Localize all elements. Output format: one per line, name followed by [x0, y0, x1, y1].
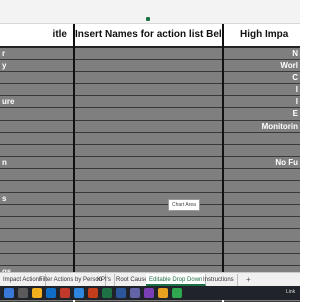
- table-cell[interactable]: [0, 108, 73, 121]
- table-cell[interactable]: [0, 144, 73, 157]
- table-cell[interactable]: [224, 205, 300, 218]
- column-title-header[interactable]: itle: [0, 24, 73, 48]
- column-action-names-header[interactable]: Insert Names for action list Below: [75, 24, 222, 48]
- table-cell[interactable]: [0, 132, 73, 145]
- table-cell[interactable]: C: [224, 72, 300, 85]
- table-cell[interactable]: y: [0, 60, 73, 73]
- taskbar: Link: [0, 286, 300, 300]
- table-cell[interactable]: [0, 84, 73, 97]
- table-cell[interactable]: [224, 229, 300, 242]
- table-cell[interactable]: [75, 181, 222, 194]
- table-cell[interactable]: N: [224, 48, 300, 61]
- column-divider: [73, 24, 75, 272]
- table-cell[interactable]: [0, 72, 73, 85]
- table-cell[interactable]: [75, 193, 222, 206]
- sheet-tab-bar: Impact Actions Filter Actions by Person …: [0, 272, 300, 286]
- sheet-tab-editable-drop-down[interactable]: Editable Drop Down: [146, 274, 207, 286]
- table-cell[interactable]: [75, 96, 222, 109]
- teams-icon[interactable]: [130, 288, 140, 298]
- table-cell[interactable]: I: [224, 96, 300, 109]
- table-cell[interactable]: r: [0, 48, 73, 61]
- table-cell[interactable]: n: [0, 156, 73, 169]
- excel-icon[interactable]: [102, 288, 112, 298]
- formula-bar-area: [0, 0, 300, 24]
- table-cell[interactable]: [75, 108, 222, 121]
- file-explorer-icon[interactable]: [32, 288, 42, 298]
- table-cell[interactable]: [0, 253, 73, 266]
- table-cell[interactable]: [0, 120, 73, 133]
- table-cell[interactable]: [0, 217, 73, 230]
- sheet-tab-kpis[interactable]: KPI's: [94, 274, 115, 286]
- column-high-impact-header[interactable]: High Impa: [224, 24, 300, 48]
- table-cell[interactable]: [224, 144, 300, 157]
- table-cell[interactable]: [224, 253, 300, 266]
- table-cell[interactable]: [75, 156, 222, 169]
- column-title: itle ryurensgs: [0, 24, 73, 302]
- table-cell[interactable]: [224, 181, 300, 194]
- table-cell[interactable]: I: [224, 84, 300, 97]
- tray-label: Link: [286, 289, 296, 295]
- table-cell[interactable]: E: [224, 108, 300, 121]
- table-cell[interactable]: [0, 229, 73, 242]
- table-cell[interactable]: [75, 84, 222, 97]
- sheet-tab-instructions[interactable]: Instructions: [200, 274, 238, 286]
- app-icon[interactable]: [60, 288, 70, 298]
- chart-area-tooltip: Chart Area: [168, 199, 200, 211]
- table-cell[interactable]: Worl: [224, 60, 300, 73]
- column-high-impact: High Impa N Worl C I I E Monitorin No Fu: [224, 24, 300, 302]
- table-cell[interactable]: No Fu: [224, 156, 300, 169]
- table-cell[interactable]: [224, 241, 300, 254]
- table-cell[interactable]: [75, 72, 222, 85]
- start-icon[interactable]: [4, 288, 14, 298]
- table-cell[interactable]: [75, 217, 222, 230]
- table-cell[interactable]: [75, 253, 222, 266]
- app-icon[interactable]: [172, 288, 182, 298]
- column-divider: [222, 24, 224, 272]
- table-cell[interactable]: [224, 217, 300, 230]
- onenote-icon[interactable]: [144, 288, 154, 298]
- word-icon[interactable]: [116, 288, 126, 298]
- table-cell[interactable]: [75, 132, 222, 145]
- column-selector-marker[interactable]: [146, 17, 150, 21]
- table-cell[interactable]: [75, 48, 222, 61]
- outlook-icon[interactable]: [74, 288, 84, 298]
- table-cell[interactable]: [75, 241, 222, 254]
- table-cell[interactable]: [0, 205, 73, 218]
- table-cell[interactable]: s: [0, 193, 73, 206]
- add-sheet-button[interactable]: +: [246, 274, 251, 286]
- table-cell[interactable]: [224, 168, 300, 182]
- app-icon[interactable]: [158, 288, 168, 298]
- search-icon[interactable]: [18, 288, 28, 298]
- table-cell[interactable]: [0, 168, 73, 182]
- edge-icon[interactable]: [46, 288, 56, 298]
- table-cell[interactable]: [75, 205, 222, 218]
- table-cell[interactable]: ure: [0, 96, 73, 109]
- table-cell[interactable]: [0, 241, 73, 254]
- powerpoint-icon[interactable]: [88, 288, 98, 298]
- table-cell[interactable]: [224, 193, 300, 206]
- table-cell[interactable]: Monitorin: [224, 120, 300, 133]
- table-cell[interactable]: [0, 181, 73, 194]
- table-cell[interactable]: [75, 60, 222, 73]
- table-cell[interactable]: [75, 168, 222, 182]
- table-cell[interactable]: [75, 229, 222, 242]
- table-cell[interactable]: [75, 144, 222, 157]
- table-cell[interactable]: [224, 132, 300, 145]
- column-action-names: Insert Names for action list Below: [75, 24, 222, 302]
- table-cell[interactable]: [75, 120, 222, 133]
- spreadsheet-grid[interactable]: itle ryurensgs Insert Names for action l…: [0, 24, 300, 302]
